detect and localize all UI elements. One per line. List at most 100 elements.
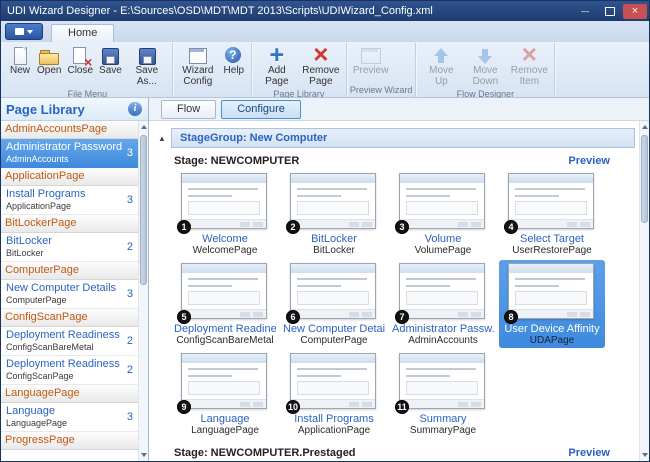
page-item-text: Deployment Readiness ConfigScanBareMetal xyxy=(6,329,120,352)
remove-page-button[interactable]: Remove Page xyxy=(299,43,343,89)
thumb-wrap: 8 xyxy=(508,263,596,319)
page-library-item[interactable]: Language LanguagePage 3 xyxy=(1,403,138,432)
page-group-header: LanguagePage xyxy=(1,385,138,403)
minimize-icon[interactable] xyxy=(573,4,597,19)
wizard-page-thumbnail xyxy=(290,263,376,319)
page-tile-subtitle: LanguagePage xyxy=(174,425,276,436)
wizard-page-tile[interactable]: 7 Administrator Passw... AdminAccounts xyxy=(390,260,496,348)
preview-link[interactable]: Preview xyxy=(568,447,610,459)
page-number-badge: 5 xyxy=(177,310,191,324)
page-item-count: 3 xyxy=(124,288,136,300)
wizard-page-tile[interactable]: 11 Summary SummaryPage xyxy=(390,350,496,438)
ribbon-group: Add Page Remove Page Page Library xyxy=(252,43,347,97)
stage-name: Stage: NEWCOMPUTER.Prestaged xyxy=(174,447,356,459)
scroll-up-icon[interactable] xyxy=(640,121,649,133)
add-page-button[interactable]: Add Page xyxy=(255,43,299,89)
tab-configure[interactable]: Configure xyxy=(221,100,301,119)
page-library-item[interactable]: Administrator Password AdminAccounts 3 xyxy=(1,139,138,168)
wizard-page-tile[interactable]: 5 Deployment Readiness ConfigScanBareMet… xyxy=(172,260,278,348)
page-library-item[interactable]: Install Programs ApplicationPage 3 xyxy=(1,186,138,215)
page-library-item[interactable]: BitLocker BitLocker 2 xyxy=(1,233,138,262)
preview-link[interactable]: Preview xyxy=(568,155,610,167)
wizard-page-tile[interactable]: 2 BitLocker BitLocker xyxy=(281,170,387,258)
preview-button: Preview xyxy=(350,43,392,79)
scroll-down-icon[interactable] xyxy=(640,449,649,461)
scroll-thumb[interactable] xyxy=(140,135,147,285)
page-library-header: Page Library i xyxy=(1,98,148,121)
page-number-badge: 1 xyxy=(177,220,191,234)
main-scrollbar[interactable] xyxy=(639,121,649,461)
title-bar: UDI Wizard Designer - E:\Sources\OSD\MDT… xyxy=(1,1,649,21)
page-item-subtitle: AdminAccounts xyxy=(6,153,122,164)
sidebar-scrollbar[interactable] xyxy=(138,121,148,461)
wizard-page-thumbnail xyxy=(181,353,267,409)
app-menu-button[interactable] xyxy=(5,23,43,40)
maximize-icon[interactable] xyxy=(598,4,622,19)
wizard-page-tile[interactable]: 3 Volume VolumePage xyxy=(390,170,496,258)
open-button[interactable]: Open xyxy=(34,43,64,79)
page-item-text: BitLocker BitLocker xyxy=(6,235,52,258)
page-item-count: 3 xyxy=(124,411,136,423)
new-button[interactable]: New xyxy=(6,43,34,79)
page-group-header: ConfigScanPage xyxy=(1,309,138,327)
ribbon-button-label: New xyxy=(10,66,30,77)
page-group-header: AdminAccountsPage xyxy=(1,121,138,139)
ribbon-group-buttons: New Open Close Save Save As... xyxy=(6,43,169,89)
page-library-item[interactable]: Deployment Readiness ConfigScanPage 2 xyxy=(1,356,138,385)
close-button[interactable]: Close xyxy=(64,43,96,79)
page-item-title: Deployment Readiness xyxy=(6,329,120,341)
ribbon-group-buttons: Move Up Move Down Remove Item xyxy=(419,43,551,89)
ribbon: New Open Close Save Save As... File Menu… xyxy=(1,42,649,98)
remove-item-button: Remove Item xyxy=(507,43,551,89)
page-group-name: ComputerPage xyxy=(5,264,79,276)
wizard-page-tile[interactable]: 8 User Device Affinity UDAPage xyxy=(499,260,605,348)
page-item-subtitle: ConfigScanPage xyxy=(6,370,120,381)
page-library-item[interactable]: New Computer Details ComputerPage 3 xyxy=(1,280,138,309)
page-tile-subtitle: ApplicationPage xyxy=(283,425,385,436)
wizard-page-tile[interactable]: 1 Welcome WelcomePage xyxy=(172,170,278,258)
wizard-page-tile[interactable]: 4 Select Target UserRestorePage xyxy=(499,170,605,258)
help-button[interactable]: Help xyxy=(220,43,248,79)
move-up-button: Move Up xyxy=(419,43,463,89)
save-button[interactable]: Save xyxy=(96,43,125,79)
page-group-name: ConfigScanPage xyxy=(5,311,88,323)
scroll-up-icon[interactable] xyxy=(139,121,148,133)
close-icon[interactable] xyxy=(623,4,647,19)
page-number-badge: 6 xyxy=(286,310,300,324)
wizard-page-tile[interactable]: 10 Install Programs ApplicationPage xyxy=(281,350,387,438)
page-library-item[interactable]: Deployment Readiness ConfigScanBareMetal… xyxy=(1,327,138,356)
wizard-config-button[interactable]: Wizard Config xyxy=(176,43,220,89)
page-number-badge: 7 xyxy=(395,310,409,324)
group-items: New Computer Details ComputerPage 3 xyxy=(1,280,138,309)
thumb-wrap: 1 xyxy=(181,173,269,229)
wizard-page-tile[interactable]: 9 Language LanguagePage xyxy=(172,350,278,438)
close-file-icon xyxy=(69,46,91,66)
page-tile-subtitle: UserRestorePage xyxy=(501,245,603,256)
ribbon-group: Move Up Move Down Remove Item Flow Desig… xyxy=(416,43,555,97)
page-tile-subtitle: ConfigScanBareMetal xyxy=(174,335,276,346)
wizard-page-thumbnail xyxy=(290,173,376,229)
scroll-thumb[interactable] xyxy=(641,135,648,223)
save-as-button[interactable]: Save As... xyxy=(125,43,169,89)
tab-home[interactable]: Home xyxy=(51,24,114,42)
scroll-down-icon[interactable] xyxy=(139,449,148,461)
window-title: UDI Wizard Designer - E:\Sources\OSD\MDT… xyxy=(7,5,573,17)
info-icon[interactable]: i xyxy=(128,102,142,116)
thumb-wrap: 4 xyxy=(508,173,596,229)
page-item-subtitle: ComputerPage xyxy=(6,294,116,305)
collapse-expander-icon[interactable] xyxy=(156,134,168,143)
tab-flow[interactable]: Flow xyxy=(161,100,216,119)
wizard-page-thumbnail xyxy=(181,173,267,229)
page-library-group: ComputerPage New Computer Details Comput… xyxy=(1,262,138,309)
page-tile-title: Welcome xyxy=(174,233,276,245)
flow-designer-canvas: StageGroup: New Computer Stage: NEWCOMPU… xyxy=(149,121,649,461)
remove-item-icon xyxy=(518,46,540,66)
wizard-page-tile[interactable]: 6 New Computer Details ComputerPage xyxy=(281,260,387,348)
page-item-text: Language LanguagePage xyxy=(6,405,67,428)
page-library-group: BitLockerPage BitLocker BitLocker 2 xyxy=(1,215,138,262)
wizard-page-thumbnail xyxy=(399,353,485,409)
ribbon-group: New Open Close Save Save As... File Menu xyxy=(3,43,173,97)
page-item-subtitle: ApplicationPage xyxy=(6,200,85,211)
page-item-title: Deployment Readiness xyxy=(6,358,120,370)
page-group-name: AdminAccountsPage xyxy=(5,123,107,135)
